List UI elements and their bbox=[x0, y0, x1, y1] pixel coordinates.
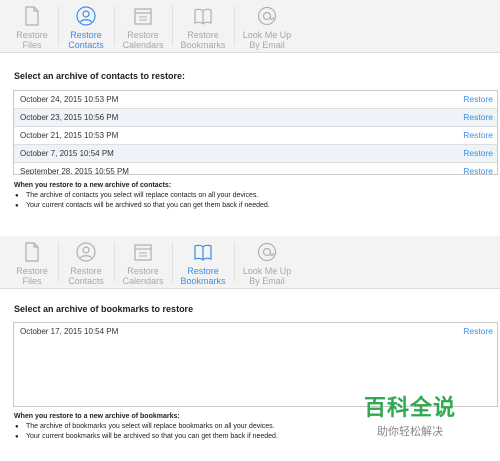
tab-label-line2: By Email bbox=[249, 276, 285, 286]
tab-label-line1: Look Me Up bbox=[242, 30, 292, 40]
archive-row: October 17, 2015 10:54 PM Restore bbox=[14, 323, 497, 340]
contacts-icon bbox=[76, 242, 96, 262]
separator bbox=[58, 6, 59, 46]
tab-label-line2: Contacts bbox=[68, 276, 104, 286]
note-title: When you restore to a new archive of boo… bbox=[14, 413, 180, 420]
tab-label-line1: Restore bbox=[127, 266, 159, 276]
separator bbox=[114, 242, 115, 282]
separator bbox=[234, 242, 235, 282]
tab-label-line1: Restore bbox=[16, 266, 48, 276]
tab-restore-files[interactable]: Restore Files bbox=[8, 236, 56, 288]
contacts-note: When you restore to a new archive of con… bbox=[14, 181, 270, 211]
archive-row: October 24, 2015 10:53 PM Restore bbox=[14, 91, 497, 109]
separator bbox=[114, 6, 115, 46]
book-icon bbox=[194, 244, 212, 261]
at-sign-icon bbox=[257, 6, 277, 26]
watermark-subtitle: 助你轻松解决 bbox=[377, 426, 443, 438]
at-sign-icon bbox=[257, 242, 277, 262]
contacts-icon bbox=[76, 6, 96, 26]
separator bbox=[172, 6, 173, 46]
tab-label-line2: Bookmarks bbox=[180, 40, 226, 50]
restore-link[interactable]: Restore bbox=[463, 94, 493, 104]
book-icon bbox=[194, 8, 212, 25]
file-icon bbox=[25, 242, 39, 262]
tab-look-me-up[interactable]: Look Me Up By Email bbox=[236, 236, 298, 288]
tab-label-line1: Restore bbox=[70, 30, 102, 40]
tab-restore-contacts[interactable]: Restore Contacts bbox=[60, 0, 112, 52]
note-title: When you restore to a new archive of con… bbox=[14, 182, 172, 189]
tab-label-line2: Calendars bbox=[122, 40, 164, 50]
tab-label-line1: Restore bbox=[70, 266, 102, 276]
archive-row: September 28, 2015 10:55 PM Restore bbox=[14, 163, 497, 175]
tab-restore-files[interactable]: Restore Files bbox=[8, 0, 56, 52]
contacts-archive-list[interactable]: October 24, 2015 10:53 PM Restore Octobe… bbox=[13, 90, 498, 175]
tab-label-line1: Restore bbox=[187, 266, 219, 276]
watermark-title: 百科全说 bbox=[364, 395, 457, 420]
tab-label-line2: Files bbox=[22, 40, 42, 50]
separator bbox=[234, 6, 235, 46]
contacts-heading: Select an archive of contacts to restore… bbox=[14, 71, 186, 81]
restore-link[interactable]: Restore bbox=[463, 112, 493, 122]
toolbar-bottom: Restore Files Restore Contacts Restore C… bbox=[0, 236, 500, 289]
watermark-logo: 百科全说 助你轻松解决 bbox=[364, 390, 456, 439]
tab-label-line2: By Email bbox=[249, 40, 285, 50]
tab-restore-calendars[interactable]: Restore Calendars bbox=[116, 0, 170, 52]
tab-label-line1: Look Me Up bbox=[242, 266, 292, 276]
separator bbox=[172, 242, 173, 282]
tab-label-line2: Contacts bbox=[68, 40, 104, 50]
calendar-icon bbox=[134, 8, 152, 25]
restore-link[interactable]: Restore bbox=[463, 166, 493, 174]
calendar-icon bbox=[134, 244, 152, 261]
archive-row: October 23, 2015 10:56 PM Restore bbox=[14, 109, 497, 127]
tab-restore-bookmarks[interactable]: Restore Bookmarks bbox=[174, 236, 232, 288]
note-bullet: Your current bookmarks will be archived … bbox=[14, 432, 278, 442]
file-icon bbox=[25, 6, 39, 26]
archive-row: October 7, 2015 10:54 PM Restore bbox=[14, 145, 497, 163]
tab-label-line2: Calendars bbox=[122, 276, 164, 286]
tab-label-line1: Restore bbox=[127, 30, 159, 40]
tab-restore-calendars[interactable]: Restore Calendars bbox=[116, 236, 170, 288]
tab-look-me-up[interactable]: Look Me Up By Email bbox=[236, 0, 298, 52]
archive-date: October 23, 2015 10:56 PM bbox=[20, 113, 119, 122]
bookmarks-note: When you restore to a new archive of boo… bbox=[14, 412, 278, 442]
tab-label-line2: Files bbox=[22, 276, 42, 286]
toolbar-top: Restore Files Restore Contacts Restore C… bbox=[0, 0, 500, 53]
archive-date: October 7, 2015 10:54 PM bbox=[20, 149, 114, 158]
restore-link[interactable]: Restore bbox=[463, 130, 493, 140]
archive-row: October 21, 2015 10:53 PM Restore bbox=[14, 127, 497, 145]
separator bbox=[58, 242, 59, 282]
note-bullet: Your current contacts will be archived s… bbox=[14, 201, 270, 211]
archive-date: October 21, 2015 10:53 PM bbox=[20, 131, 119, 140]
archive-date: October 17, 2015 10:54 PM bbox=[20, 327, 119, 336]
restore-link[interactable]: Restore bbox=[463, 326, 493, 336]
restore-link[interactable]: Restore bbox=[463, 148, 493, 158]
tab-label-line1: Restore bbox=[187, 30, 219, 40]
tab-restore-bookmarks[interactable]: Restore Bookmarks bbox=[174, 0, 232, 52]
archive-date: September 28, 2015 10:55 PM bbox=[20, 167, 129, 175]
bookmarks-heading: Select an archive of bookmarks to restor… bbox=[14, 304, 194, 314]
tab-label-line1: Restore bbox=[16, 30, 48, 40]
tab-restore-contacts[interactable]: Restore Contacts bbox=[60, 236, 112, 288]
note-bullet: The archive of contacts you select will … bbox=[14, 191, 270, 201]
tab-label-line2: Bookmarks bbox=[180, 276, 226, 286]
archive-date: October 24, 2015 10:53 PM bbox=[20, 95, 119, 104]
note-bullet: The archive of bookmarks you select will… bbox=[14, 422, 278, 432]
